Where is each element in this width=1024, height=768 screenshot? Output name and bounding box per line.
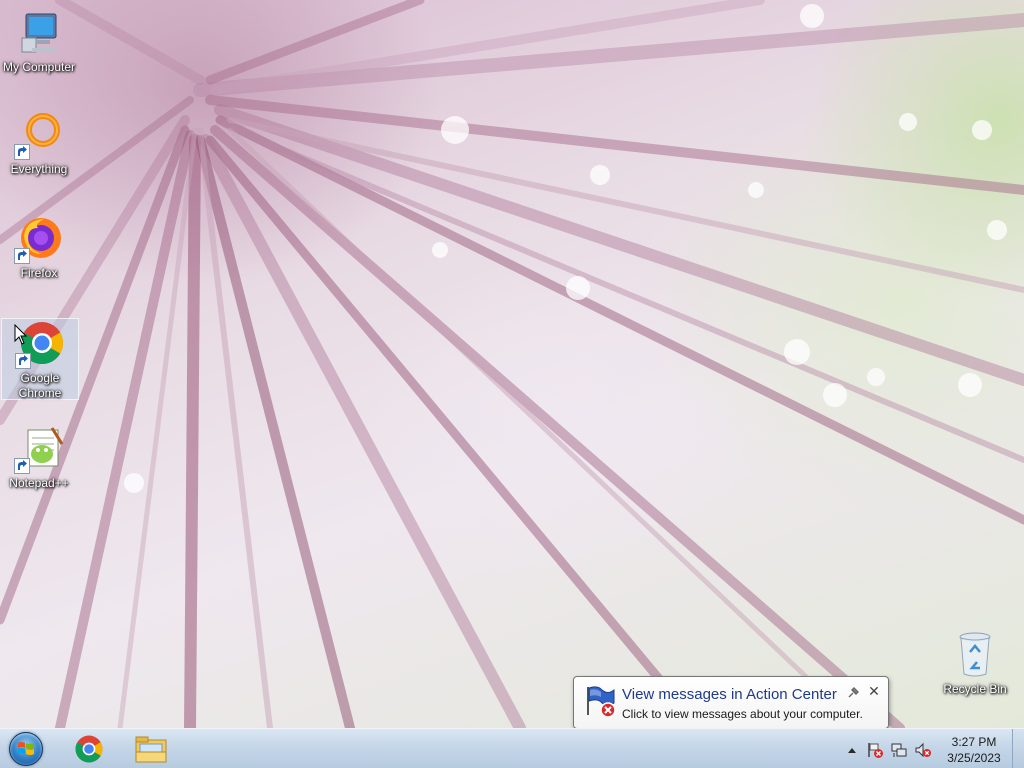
desktop-icon-firefox[interactable]: Firefox xyxy=(0,214,78,281)
shortcut-arrow-icon xyxy=(14,248,30,264)
show-desktop-button[interactable] xyxy=(1012,729,1024,768)
action-center-tray-icon[interactable] xyxy=(866,741,884,759)
firefox-icon xyxy=(14,214,64,264)
notification-message: Click to view messages about your comput… xyxy=(622,707,863,721)
desktop-icon-everything[interactable]: Everything xyxy=(0,110,78,177)
computer-icon xyxy=(14,8,64,58)
notification-title[interactable]: View messages in Action Center xyxy=(622,686,837,703)
shortcut-arrow-icon xyxy=(14,144,30,160)
volume-muted-icon xyxy=(915,742,931,758)
shortcut-arrow-icon xyxy=(14,458,30,474)
clock-date: 3/25/2023 xyxy=(947,751,1001,765)
desktop-icon-label: Google Chrome xyxy=(18,371,62,400)
action-center-flag-icon xyxy=(584,685,618,719)
pin-icon[interactable] xyxy=(846,686,860,700)
start-button[interactable] xyxy=(6,731,46,767)
taskbar: 3:27 PM 3/25/2023 xyxy=(0,728,1024,768)
chevron-up-icon xyxy=(848,748,856,753)
desktop-icon-label: Recycle Bin xyxy=(943,682,1007,696)
desktop-icon-label: My Computer xyxy=(2,60,76,74)
network-icon xyxy=(891,743,907,757)
desktop-icon-label: Notepad++ xyxy=(9,476,69,490)
show-hidden-icons-button[interactable] xyxy=(843,741,861,759)
desktop-icon-notepad-plus-plus[interactable]: Notepad++ xyxy=(0,424,78,491)
desktop-icon-label: Firefox xyxy=(20,266,58,280)
folder-icon xyxy=(135,736,167,763)
volume-tray-icon[interactable] xyxy=(914,741,932,759)
desktop-icon-label: Everything xyxy=(10,162,68,176)
desktop-icon-my-computer[interactable]: My Computer xyxy=(0,8,78,75)
notepad-plus-plus-icon xyxy=(14,424,64,474)
desktop-wallpaper xyxy=(0,0,1024,728)
chrome-icon xyxy=(75,735,103,763)
close-button[interactable]: ✕ xyxy=(866,683,882,699)
system-clock[interactable]: 3:27 PM 3/25/2023 xyxy=(942,734,1006,766)
recycle-bin-icon xyxy=(950,630,1000,680)
shortcut-arrow-icon xyxy=(15,353,31,369)
action-center-notification[interactable]: View messages in Action Center Click to … xyxy=(573,676,889,740)
taskbar-chrome-button[interactable] xyxy=(60,731,118,767)
desktop-icon-google-chrome[interactable]: Google Chrome xyxy=(1,318,79,400)
network-tray-icon[interactable] xyxy=(890,741,908,759)
clock-time: 3:27 PM xyxy=(951,735,997,749)
everything-search-icon xyxy=(14,110,64,160)
taskbar-explorer-button[interactable] xyxy=(122,731,180,767)
desktop-icon-recycle-bin[interactable]: Recycle Bin xyxy=(936,630,1014,697)
flag-error-icon xyxy=(868,743,883,758)
windows-logo-icon xyxy=(9,732,43,766)
mouse-cursor-icon xyxy=(14,323,28,346)
